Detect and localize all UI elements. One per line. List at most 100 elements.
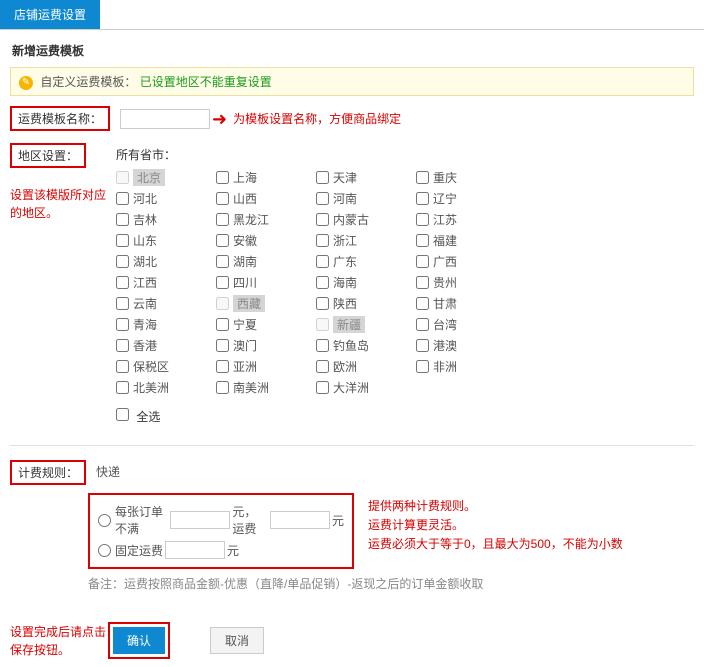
province-checkbox[interactable] xyxy=(316,192,329,205)
province-name: 陕西 xyxy=(333,295,357,312)
province-name: 浙江 xyxy=(333,232,357,249)
province-checkbox[interactable] xyxy=(416,213,429,226)
province-cell: 亚洲 xyxy=(216,356,316,377)
province-checkbox[interactable] xyxy=(216,318,229,331)
rule1-radio[interactable] xyxy=(98,514,111,527)
select-all-checkbox[interactable] xyxy=(116,408,129,421)
province-checkbox[interactable] xyxy=(316,339,329,352)
tab-shipping-settings[interactable]: 店铺运费设置 xyxy=(0,0,100,29)
province-checkbox[interactable] xyxy=(116,297,129,310)
billing-annot-line3: 运费必须大于等于0，且最大为500，不能为小数 xyxy=(368,535,623,554)
provinces-label: 所有省市： xyxy=(116,143,694,163)
province-cell: 保税区 xyxy=(116,356,216,377)
province-name: 山东 xyxy=(133,232,157,249)
province-checkbox[interactable] xyxy=(316,213,329,226)
province-cell: 重庆 xyxy=(416,167,516,188)
province-checkbox[interactable] xyxy=(216,381,229,394)
divider xyxy=(10,445,694,446)
province-checkbox[interactable] xyxy=(316,234,329,247)
rule2-radio[interactable] xyxy=(98,544,111,557)
province-name: 大洋洲 xyxy=(333,379,369,396)
province-checkbox[interactable] xyxy=(216,360,229,373)
rule2-suffix: 元 xyxy=(227,542,239,559)
province-checkbox[interactable] xyxy=(216,171,229,184)
rule1-mid: 元，运费 xyxy=(232,503,268,537)
billing-annot: 提供两种计费规则。 运费计算更灵活。 运费必须大于等于0，且最大为500，不能为… xyxy=(368,493,623,555)
province-cell: 广东 xyxy=(316,251,416,272)
province-name: 江苏 xyxy=(433,211,457,228)
province-cell: 青海 xyxy=(116,314,216,335)
province-checkbox[interactable] xyxy=(216,297,229,310)
province-checkbox[interactable] xyxy=(116,318,129,331)
province-checkbox[interactable] xyxy=(316,360,329,373)
province-checkbox[interactable] xyxy=(416,276,429,289)
province-name: 辽宁 xyxy=(433,190,457,207)
confirm-button[interactable]: 确认 xyxy=(113,627,165,654)
province-checkbox[interactable] xyxy=(116,213,129,226)
province-cell: 江苏 xyxy=(416,209,516,230)
rule1-amount-input[interactable] xyxy=(170,511,230,529)
province-checkbox[interactable] xyxy=(116,171,129,184)
billing-rules-box: 每张订单不满 元，运费 元 固定运费 元 xyxy=(88,493,354,569)
cancel-button[interactable]: 取消 xyxy=(210,627,264,654)
province-grid: 北京上海天津重庆河北山西河南辽宁吉林黑龙江内蒙古江苏山东安徽浙江福建湖北湖南广东… xyxy=(116,167,576,398)
province-checkbox[interactable] xyxy=(216,213,229,226)
province-checkbox[interactable] xyxy=(316,318,329,331)
province-name: 内蒙古 xyxy=(333,211,369,228)
province-cell: 湖北 xyxy=(116,251,216,272)
province-checkbox[interactable] xyxy=(116,192,129,205)
province-checkbox[interactable] xyxy=(416,171,429,184)
province-cell: 南美洲 xyxy=(216,377,316,398)
province-cell: 香港 xyxy=(116,335,216,356)
province-checkbox[interactable] xyxy=(416,192,429,205)
province-checkbox[interactable] xyxy=(416,339,429,352)
province-checkbox[interactable] xyxy=(116,234,129,247)
province-checkbox[interactable] xyxy=(316,381,329,394)
province-checkbox[interactable] xyxy=(416,297,429,310)
province-cell: 北京 xyxy=(116,167,216,188)
province-checkbox[interactable] xyxy=(116,339,129,352)
rule1-fee-input[interactable] xyxy=(270,511,330,529)
province-checkbox[interactable] xyxy=(416,234,429,247)
province-checkbox[interactable] xyxy=(216,234,229,247)
province-checkbox[interactable] xyxy=(416,360,429,373)
province-checkbox[interactable] xyxy=(116,360,129,373)
province-checkbox[interactable] xyxy=(416,255,429,268)
province-cell: 甘肃 xyxy=(416,293,516,314)
province-name: 福建 xyxy=(433,232,457,249)
region-annot: 设置该模版所对应的地区。 xyxy=(10,186,110,222)
province-name: 广西 xyxy=(433,253,457,270)
province-name: 宁夏 xyxy=(233,316,257,333)
province-checkbox[interactable] xyxy=(316,255,329,268)
province-name: 四川 xyxy=(233,274,257,291)
province-name: 重庆 xyxy=(433,169,457,186)
province-name: 吉林 xyxy=(133,211,157,228)
template-name-input[interactable] xyxy=(120,109,210,129)
province-checkbox[interactable] xyxy=(216,192,229,205)
province-cell: 澳门 xyxy=(216,335,316,356)
province-checkbox[interactable] xyxy=(116,381,129,394)
province-checkbox[interactable] xyxy=(416,318,429,331)
billing-annot-line1: 提供两种计费规则。 xyxy=(368,497,623,516)
province-name: 保税区 xyxy=(133,358,169,375)
info-icon: ✎ xyxy=(19,76,33,90)
province-checkbox[interactable] xyxy=(316,297,329,310)
province-name: 天津 xyxy=(333,169,357,186)
province-name: 亚洲 xyxy=(233,358,257,375)
province-name: 海南 xyxy=(333,274,357,291)
province-cell: 天津 xyxy=(316,167,416,188)
rule2-fee-input[interactable] xyxy=(165,541,225,559)
province-checkbox[interactable] xyxy=(316,171,329,184)
province-checkbox[interactable] xyxy=(216,276,229,289)
province-name: 贵州 xyxy=(433,274,457,291)
province-cell: 安徽 xyxy=(216,230,316,251)
province-cell: 云南 xyxy=(116,293,216,314)
province-checkbox[interactable] xyxy=(216,255,229,268)
province-cell: 新疆 xyxy=(316,314,416,335)
province-checkbox[interactable] xyxy=(216,339,229,352)
province-checkbox[interactable] xyxy=(116,255,129,268)
province-name: 欧洲 xyxy=(333,358,357,375)
province-name: 港澳 xyxy=(433,337,457,354)
province-checkbox[interactable] xyxy=(116,276,129,289)
province-checkbox[interactable] xyxy=(316,276,329,289)
